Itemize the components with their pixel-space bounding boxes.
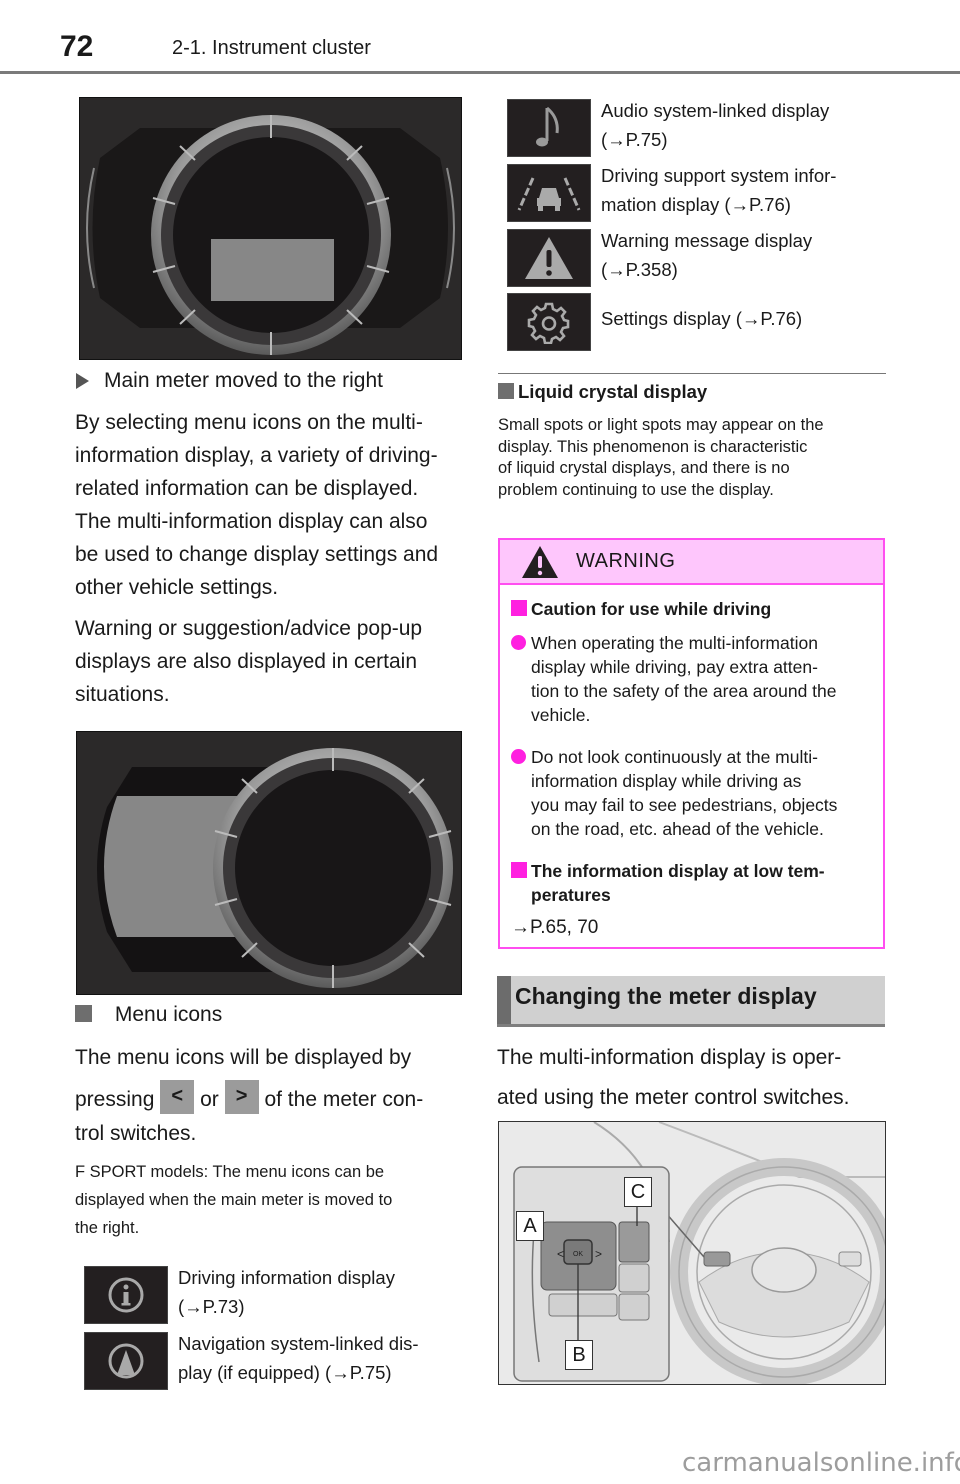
callout-label-a: A — [516, 1211, 544, 1241]
warning-item: Do not look continuously at the multi- i… — [511, 745, 875, 841]
warning-item: When operating the multi-information dis… — [511, 631, 875, 727]
menu-icon-item: Settings display (→P.76) — [507, 293, 802, 351]
warning-triangle-icon — [507, 229, 591, 287]
image-caption: Main meter moved to the right — [76, 364, 383, 397]
square-bullet-icon — [511, 862, 527, 879]
menu-icon-item: Audio system-linked display (→P.75) — [507, 99, 829, 157]
square-bullet-icon — [511, 600, 527, 617]
square-bullet-icon — [75, 1004, 92, 1022]
lcd-heading: Liquid crystal display — [498, 381, 707, 403]
square-bullet-icon — [498, 383, 514, 400]
right-arrow-button-icon: > — [224, 1080, 259, 1115]
callout-label-c: C — [624, 1177, 652, 1207]
driving-support-icon — [507, 164, 591, 222]
warning-subheading: Caution for use while driving — [511, 597, 875, 621]
section-title: 2-1. Instrument cluster — [172, 37, 371, 59]
warning-title: WARNING — [576, 550, 676, 572]
callout-label-b: B — [565, 1340, 593, 1370]
steering-switches-illustration: OK < > A B C — [498, 1121, 886, 1385]
intro-paragraph: By selecting menu icons on the multi- in… — [75, 411, 439, 599]
menu-icon-item: Driving support system infor- mation dis… — [507, 164, 836, 222]
triangle-bullet-icon — [76, 372, 89, 389]
svg-text:OK: OK — [573, 1251, 583, 1258]
menu-icon-item: Warning message display (→P.358) — [507, 229, 812, 287]
section-heading: Changing the meter display — [497, 976, 885, 1027]
changing-text: The multi-information display is oper- a… — [497, 1046, 850, 1109]
navigation-icon — [84, 1332, 168, 1390]
cluster-image-center — [79, 97, 462, 360]
menu-icons-heading: Menu icons — [75, 998, 222, 1031]
bullet-dot-icon — [511, 635, 526, 650]
menu-icons-text: The menu icons will be displayed by pres… — [75, 1046, 424, 1146]
info-circle-icon — [84, 1266, 168, 1324]
warning-reference: →P.65, 70 — [511, 917, 599, 938]
left-arrow-button-icon: < — [160, 1080, 195, 1115]
warning-header: WARNING — [500, 540, 883, 585]
popup-paragraph: Warning or suggestion/advice pop-up disp… — [75, 617, 423, 706]
svg-text:<: < — [557, 1247, 564, 1261]
lcd-text: Small spots or light spots may appear on… — [498, 416, 824, 499]
gear-icon — [507, 293, 591, 351]
cluster-image-right — [76, 731, 462, 995]
page-number: 72 — [60, 30, 94, 63]
menu-icon-item: Navigation system-linked dis- play (if e… — [84, 1332, 419, 1390]
header-divider — [0, 71, 960, 74]
section-divider — [498, 373, 886, 374]
warning-box: WARNING Caution for use while driving Wh… — [498, 538, 885, 949]
menu-icon-item: Driving information display (→P.73) — [84, 1266, 395, 1324]
bullet-dot-icon — [511, 749, 526, 764]
warning-subheading: The information display at low tem- pera… — [511, 859, 875, 907]
warning-triangle-icon — [522, 545, 558, 578]
music-note-icon — [507, 99, 591, 157]
watermark: carmanualsonline.info — [682, 1448, 960, 1478]
fsport-note: F SPORT models: The menu icons can be di… — [75, 1163, 393, 1237]
svg-text:>: > — [595, 1247, 602, 1261]
